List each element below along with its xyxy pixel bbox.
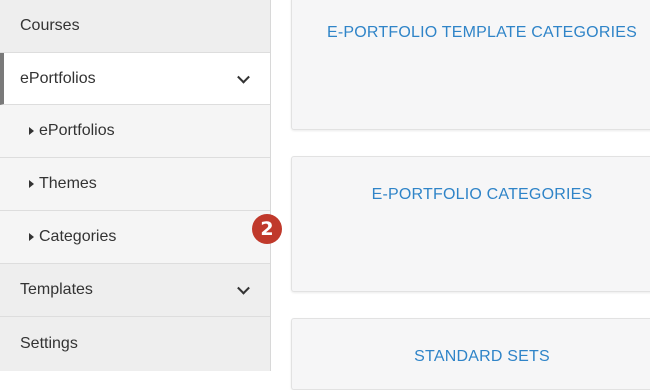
sidebar-item-settings[interactable]: Settings [0, 317, 270, 371]
sidebar-item-courses[interactable]: Courses [0, 0, 270, 53]
sidebar-subitem-categories[interactable]: Categories [0, 211, 270, 264]
chevron-down-icon [237, 70, 250, 84]
card-eportfolio-categories[interactable]: E-PORTFOLIO CATEGORIES [291, 156, 650, 292]
caret-right-icon [29, 180, 34, 188]
sidebar-item-label: Courses [20, 17, 80, 34]
sidebar-item-label: ePortfolios [20, 69, 96, 87]
sidebar-item-label: ePortfolios [39, 122, 115, 139]
sidebar-subitem-eportfolios[interactable]: ePortfolios [0, 105, 270, 158]
sidebar-item-templates[interactable]: Templates [0, 264, 270, 317]
card-eportfolio-template-categories[interactable]: E-PORTFOLIO TEMPLATE CATEGORIES [291, 0, 650, 130]
sidebar-item-label: Themes [39, 175, 97, 192]
chevron-down-icon [237, 281, 250, 295]
step-badge: 2 [252, 214, 282, 244]
caret-right-icon [29, 127, 34, 135]
card-title[interactable]: E-PORTFOLIO TEMPLATE CATEGORIES [292, 24, 650, 42]
card-title[interactable]: STANDARD SETS [292, 348, 650, 366]
card-standard-sets[interactable]: STANDARD SETS [291, 318, 650, 390]
sidebar: Courses ePortfolios ePortfolios Themes C… [0, 0, 271, 371]
sidebar-item-eportfolios[interactable]: ePortfolios [0, 53, 270, 105]
sidebar-item-label: Categories [39, 228, 117, 245]
sidebar-item-label: Templates [20, 281, 93, 298]
caret-right-icon [29, 233, 34, 241]
sidebar-item-label: Settings [20, 335, 78, 352]
card-title[interactable]: E-PORTFOLIO CATEGORIES [292, 186, 650, 204]
sidebar-subitem-themes[interactable]: Themes [0, 158, 270, 211]
